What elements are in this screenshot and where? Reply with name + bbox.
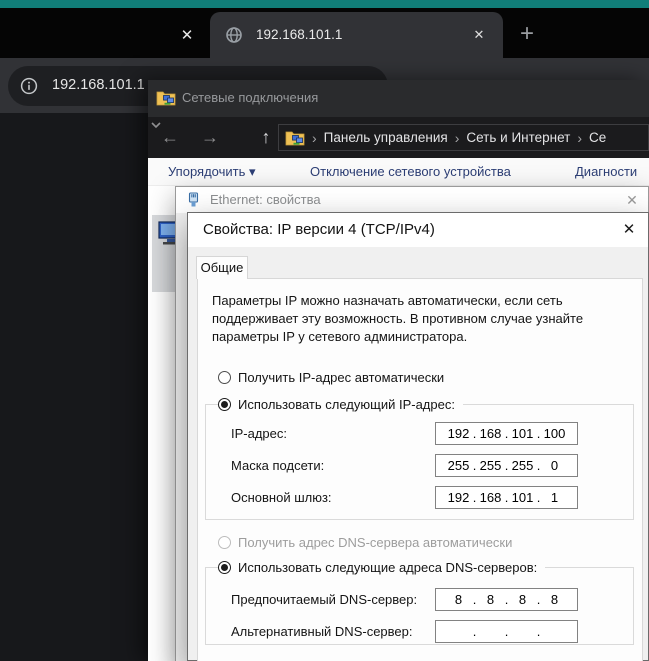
ip-address-label: IP-адрес:	[231, 426, 287, 441]
radio-use-following-ip[interactable]: Использовать следующий IP-адрес:	[218, 396, 463, 412]
ipv4-dialog-close-icon[interactable]: ✕	[617, 219, 641, 241]
breadcrumb-network-internet[interactable]: Сеть и Интернет	[466, 130, 570, 145]
ethernet-dialog-close-icon[interactable]: ✕	[622, 190, 642, 210]
subnet-mask-input[interactable]: 2552552550	[435, 454, 578, 477]
general-tab-panel: Параметры IP можно назначать автоматичес…	[197, 278, 643, 661]
forward-arrow-icon[interactable]: →	[198, 126, 222, 150]
ip-address-input[interactable]: 192168101100	[435, 422, 578, 445]
ip-settings-group: IP-адрес: 192168101100 Маска подсети: 25…	[205, 404, 634, 520]
explorer-title-bar[interactable]: Сетевые подключения	[148, 80, 649, 117]
alternate-dns-input[interactable]	[435, 620, 578, 643]
radio-circle-icon	[218, 397, 231, 411]
subnet-mask-label: Маска подсети:	[231, 458, 325, 473]
default-gateway-label: Основной шлюз:	[231, 490, 332, 505]
inactive-tab-close-icon[interactable]: ✕	[176, 25, 198, 47]
intro-text: Параметры IP можно назначать автоматичес…	[212, 293, 584, 344]
breadcrumb-control-panel[interactable]: Панель управления	[324, 130, 448, 145]
browser-tab-bar: ✕ 192.168.101.1 ✕ +	[0, 8, 649, 58]
radio-use-following-dns[interactable]: Использовать следующие адреса DNS-сервер…	[218, 559, 546, 575]
back-arrow-icon[interactable]: ←	[158, 126, 182, 150]
active-tab-title: 192.168.101.1	[256, 27, 343, 42]
breadcrumb-separator-icon: ›	[312, 129, 317, 146]
network-folder-icon	[156, 89, 176, 106]
dropdown-arrow-icon: ▾	[248, 164, 256, 179]
preferred-dns-label: Предпочитаемый DNS-сервер:	[231, 592, 418, 607]
new-tab-button[interactable]: +	[512, 20, 542, 50]
radio-obtain-ip-auto[interactable]: Получить IP-адрес автоматически	[218, 369, 444, 385]
breadcrumb-bar[interactable]: › Панель управления › Сеть и Интернет › …	[278, 124, 649, 151]
explorer-window-title: Сетевые подключения	[182, 90, 319, 105]
explorer-nav-bar: ← → ↑ › Панель управления › Сеть и Интер…	[148, 117, 649, 158]
ethernet-plug-icon	[187, 192, 200, 208]
breadcrumb-separator-icon: ›	[454, 129, 460, 146]
radio-circle-icon	[218, 560, 231, 574]
organize-menu-button[interactable]: Упорядочить ▾	[168, 164, 256, 180]
explorer-command-bar: Упорядочить ▾ Отключение сетевого устрой…	[148, 158, 649, 186]
ethernet-dialog-title: Ethernet: свойства	[210, 192, 321, 207]
breadcrumb-separator-icon: ›	[577, 129, 583, 146]
screen: ✕ 192.168.101.1 ✕ + 192.168.101.1 Сетевы…	[0, 0, 649, 661]
default-gateway-input[interactable]: 1921681011	[435, 486, 578, 509]
breadcrumb-network-connections[interactable]: Се	[589, 130, 606, 145]
breadcrumb-folder-icon	[285, 129, 305, 146]
dns-settings-group: Предпочитаемый DNS-сервер: 8888 Альтерна…	[205, 567, 634, 645]
tab-general[interactable]: Общие	[196, 256, 248, 279]
ip-dot	[536, 624, 541, 639]
ip-dot	[504, 624, 509, 639]
ip-dot	[472, 624, 477, 639]
globe-icon	[225, 26, 243, 44]
ipv4-dialog-title: Свойства: IP версии 4 (TCP/IPv4)	[203, 221, 435, 238]
radio-circle-icon	[218, 535, 231, 549]
browser-active-tab[interactable]: 192.168.101.1 ✕	[210, 12, 503, 58]
preferred-dns-input[interactable]: 8888	[435, 588, 578, 611]
ipv4-dialog-title-bar[interactable]: Свойства: IP версии 4 (TCP/IPv4) ✕	[188, 213, 648, 247]
active-tab-close-icon[interactable]: ✕	[468, 24, 490, 46]
top-accent-strip	[0, 0, 649, 8]
alternate-dns-label: Альтернативный DNS-сервер:	[231, 624, 413, 639]
diagnose-button[interactable]: Диагности	[575, 164, 637, 179]
radio-obtain-dns-auto: Получить адрес DNS-сервера автоматически	[218, 534, 512, 550]
ethernet-dialog-title-bar[interactable]: Ethernet: свойства ✕	[176, 187, 648, 213]
radio-circle-icon	[218, 370, 231, 384]
address-bar-url[interactable]: 192.168.101.1	[52, 77, 145, 93]
up-arrow-icon[interactable]: ↑	[254, 126, 278, 150]
disable-device-button[interactable]: Отключение сетевого устройства	[310, 164, 511, 179]
ipv4-properties-dialog: Свойства: IP версии 4 (TCP/IPv4) ✕ Общие…	[187, 212, 649, 661]
page-info-icon[interactable]	[20, 77, 38, 95]
